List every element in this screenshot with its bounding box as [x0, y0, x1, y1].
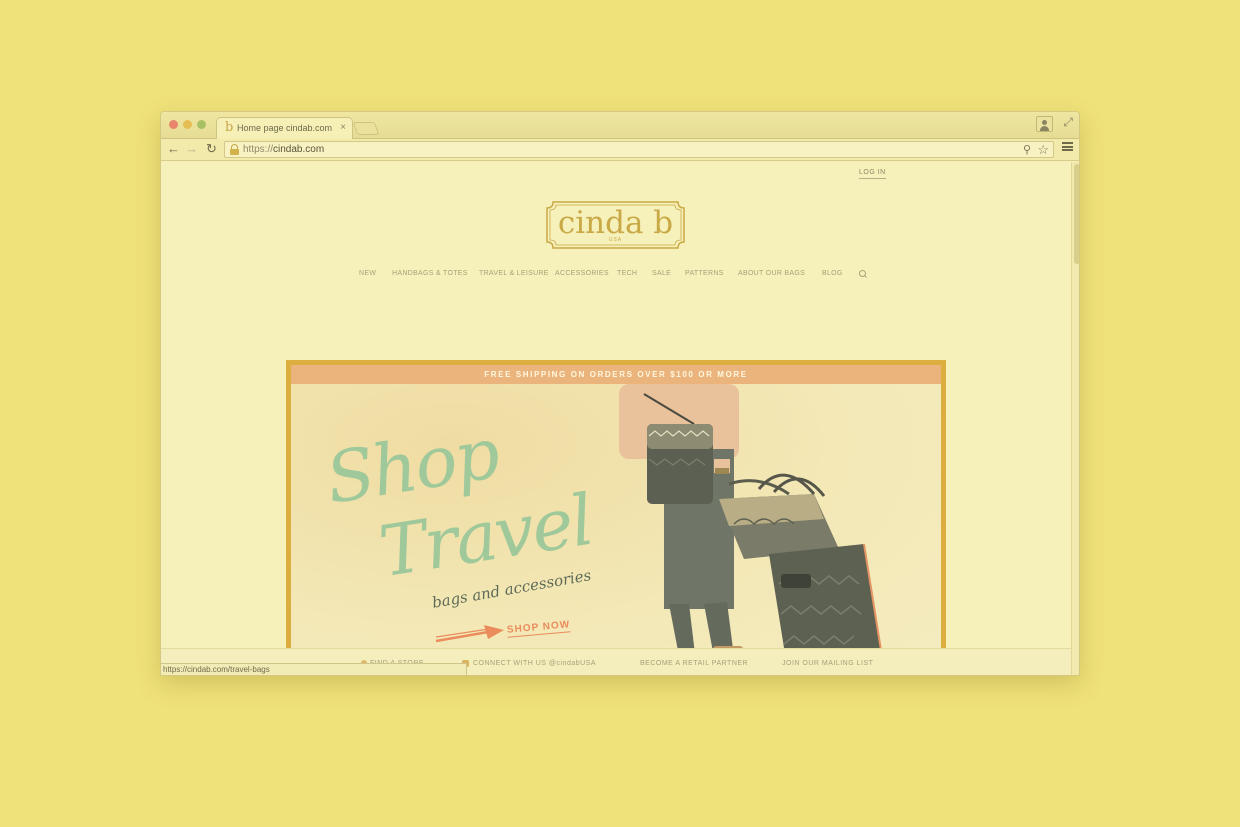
nav-item-accessories[interactable]: ACCESSORIES: [555, 270, 609, 277]
browser-window: b Home page cindab.com × ⤢ ← → ↻ https:/…: [160, 111, 1080, 676]
reload-icon[interactable]: ↻: [206, 141, 217, 157]
new-tab-button[interactable]: [352, 122, 380, 135]
scrollbar-thumb[interactable]: [1074, 164, 1079, 264]
lock-icon: [230, 144, 239, 155]
forward-arrow-icon[interactable]: →: [185, 141, 198, 157]
back-arrow-icon[interactable]: ←: [167, 141, 180, 157]
model-with-luggage-image: [619, 384, 885, 675]
nav-item-sale[interactable]: SALE: [652, 270, 671, 277]
mailing-list-link[interactable]: JOIN OUR MAILING LIST: [782, 660, 873, 667]
logo-usa: USA: [608, 237, 623, 243]
search-icon[interactable]: [859, 270, 867, 278]
tab-close-icon[interactable]: ×: [340, 122, 346, 133]
tab-bar: b Home page cindab.com × ⤢: [161, 112, 1079, 140]
cindab-logo[interactable]: cinda b USA: [545, 200, 686, 250]
url-scheme: https://: [243, 144, 274, 155]
nav-item-travel-leisure[interactable]: TRAVEL & LEISURE: [479, 270, 549, 277]
logo-wordmark: cinda b: [557, 205, 674, 241]
nav-item-new[interactable]: NEW: [359, 270, 376, 277]
login-link[interactable]: LOG IN: [859, 169, 886, 179]
close-window-button[interactable]: [169, 120, 178, 129]
free-shipping-banner: FREE SHIPPING ON ORDERS OVER $100 OR MOR…: [291, 365, 941, 384]
zoom-search-icon[interactable]: ⚲: [1023, 143, 1031, 156]
nav-item-tech[interactable]: TECH: [617, 270, 637, 277]
zoom-window-button[interactable]: [197, 120, 206, 129]
vertical-scrollbar[interactable]: [1071, 162, 1079, 675]
favicon-icon: b: [225, 120, 234, 135]
connect-link[interactable]: CONNECT WITH US @cindabUSA: [473, 660, 596, 667]
url-text[interactable]: https://cindab.com: [243, 144, 324, 155]
tab-home[interactable]: b Home page cindab.com ×: [216, 117, 353, 140]
fullscreen-icon[interactable]: ⤢: [1063, 115, 1073, 130]
retail-partner-link[interactable]: BECOME A RETAIL PARTNER: [640, 660, 748, 667]
page-viewport: LOG IN cinda b USA NEW HANDBAGS & TOTES …: [161, 162, 1079, 675]
minimize-window-button[interactable]: [183, 120, 192, 129]
url-host: cindab.com: [273, 144, 325, 155]
nav-item-patterns[interactable]: PATTERNS: [685, 270, 724, 277]
nav-item-blog[interactable]: BLOG: [822, 270, 843, 277]
arrow-icon: [435, 625, 504, 643]
tab-title: Home page cindab.com: [237, 123, 333, 133]
browser-toolbar: ← → ↻ https://cindab.com ⚲ ☆: [161, 139, 1079, 161]
bookmark-star-icon[interactable]: ☆: [1037, 142, 1049, 158]
nav-item-about-our-bags[interactable]: ABOUT OUR BAGS: [738, 270, 805, 277]
nav-item-handbags-totes[interactable]: HANDBAGS & TOTES: [392, 270, 468, 277]
status-bar: https://cindab.com/travel-bags: [161, 663, 467, 675]
menu-icon[interactable]: [1062, 142, 1073, 151]
hero-banner[interactable]: FREE SHIPPING ON ORDERS OVER $100 OR MOR…: [286, 360, 946, 675]
profile-icon[interactable]: [1036, 116, 1053, 132]
address-bar[interactable]: https://cindab.com ⚲ ☆: [224, 141, 1054, 158]
